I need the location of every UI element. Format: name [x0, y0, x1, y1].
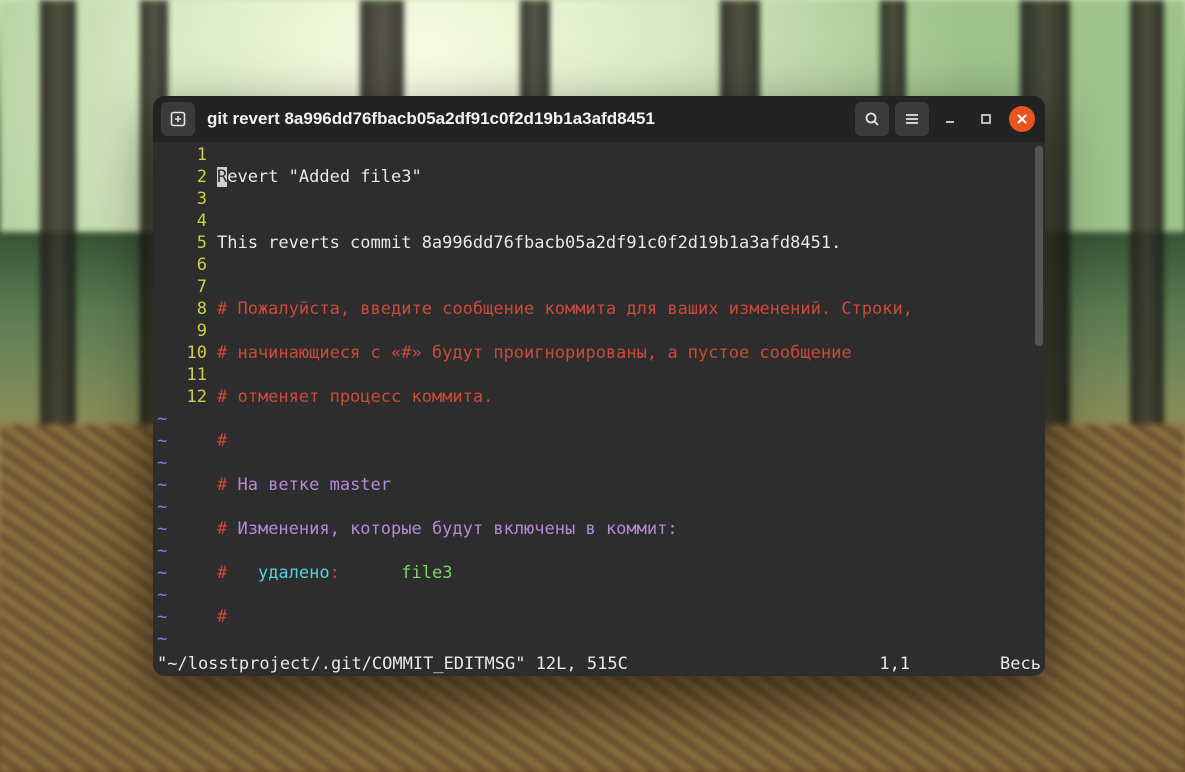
empty-line-tilde: ~: [157, 496, 167, 518]
code-line: # На ветке master: [217, 474, 1031, 496]
scrollbar[interactable]: [1035, 146, 1043, 346]
empty-line-tilde: ~: [157, 452, 167, 474]
new-tab-icon: [169, 110, 187, 128]
close-icon: [1016, 113, 1028, 125]
line-number: 7: [153, 276, 213, 298]
line-number: 11: [153, 364, 213, 386]
empty-line-tilde: ~: [157, 518, 167, 540]
code-line: This reverts commit 8a996dd76fbacb05a2df…: [217, 232, 1031, 254]
line-number: 3: [153, 188, 213, 210]
close-button[interactable]: [1007, 104, 1037, 134]
minimize-button[interactable]: [935, 104, 965, 134]
empty-line-tilde: ~: [157, 408, 167, 430]
empty-line-tilde: ~: [157, 540, 167, 562]
line-number: 6: [153, 254, 213, 276]
hamburger-icon: [904, 111, 920, 127]
code-line: #: [217, 606, 1031, 628]
search-icon: [864, 111, 880, 127]
maximize-button[interactable]: [971, 104, 1001, 134]
line-number: 9: [153, 320, 213, 342]
line-number: 5: [153, 232, 213, 254]
empty-line-tilde: ~: [157, 584, 167, 606]
empty-line-tilde: ~: [157, 606, 167, 628]
line-number: 2: [153, 166, 213, 188]
new-tab-button[interactable]: [161, 102, 195, 136]
line-number-gutter: 1 2 3 4 5 6 7 8 9 10 11 12: [153, 144, 213, 408]
titlebar[interactable]: git revert 8a996dd76fbacb05a2df91c0f2d19…: [153, 96, 1045, 142]
code-line: # Изменения, которые будут включены в ко…: [217, 518, 1031, 540]
empty-line-tilde: ~: [157, 474, 167, 496]
terminal-window: git revert 8a996dd76fbacb05a2df91c0f2d19…: [153, 96, 1045, 676]
line-number: 10: [153, 342, 213, 364]
search-button[interactable]: [855, 102, 889, 136]
maximize-icon: [980, 113, 992, 125]
window-title: git revert 8a996dd76fbacb05a2df91c0f2d19…: [207, 109, 655, 129]
code-line: # удалено: file3: [217, 562, 1031, 584]
empty-line-tilde: ~: [157, 430, 167, 452]
cursor: R: [217, 167, 227, 187]
minimize-icon: [943, 112, 957, 126]
code-line: #: [217, 430, 1031, 452]
code-line: # отменяет процесс коммита.: [217, 386, 1031, 408]
empty-line-tilde: ~: [157, 628, 167, 650]
editor-content[interactable]: Revert "Added file3" This reverts commit…: [217, 144, 1031, 672]
line-number: 1: [153, 144, 213, 166]
menu-button[interactable]: [895, 102, 929, 136]
line-number: 4: [153, 210, 213, 232]
line-number: 8: [153, 298, 213, 320]
code-line: Revert "Added file3": [217, 166, 1031, 188]
editor-area[interactable]: 1 2 3 4 5 6 7 8 9 10 11 12 Revert "Added…: [153, 142, 1045, 652]
code-line: # Пожалуйста, введите сообщение коммита …: [217, 298, 1031, 320]
code-line: # начинающиеся с «#» будут проигнорирова…: [217, 342, 1031, 364]
empty-line-tilde: ~: [157, 562, 167, 584]
line-number: 12: [153, 386, 213, 408]
